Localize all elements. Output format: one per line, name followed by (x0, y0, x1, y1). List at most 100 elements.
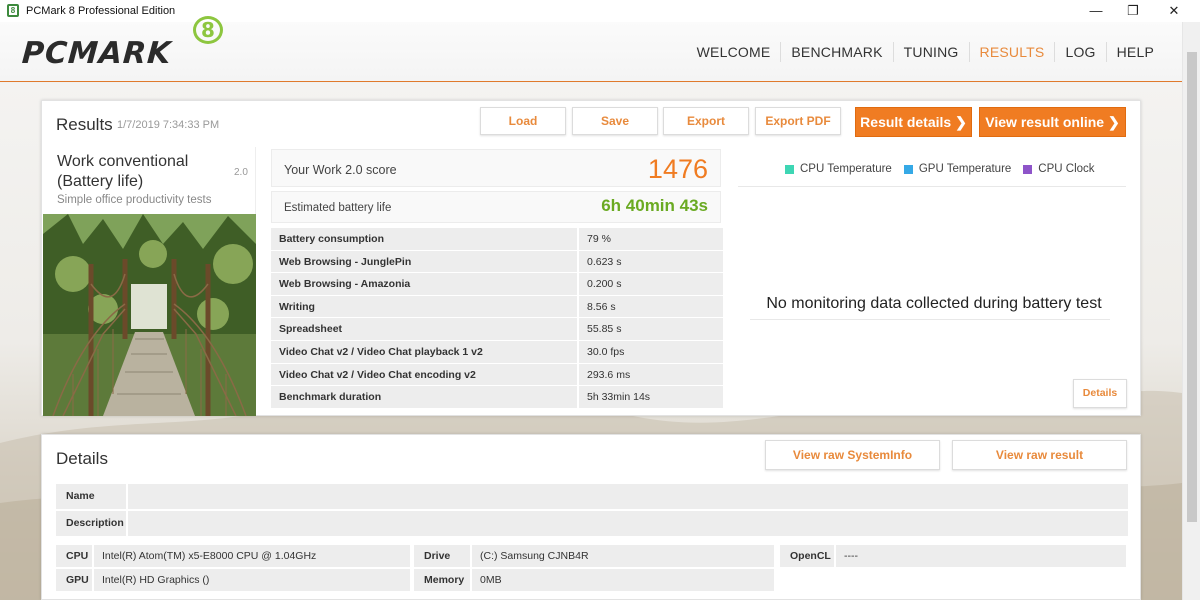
metric-name: Web Browsing - JunglePin (271, 250, 577, 274)
test-description: Simple office productivity tests (57, 194, 212, 206)
table-row: Spreadsheet 55.85 s (271, 318, 723, 341)
legend-label: GPU Temperature (918, 163, 1012, 175)
results-title: Results (56, 115, 113, 134)
metric-name: Video Chat v2 / Video Chat playback 1 v2 (271, 340, 577, 364)
metric-name: Battery consumption (271, 228, 577, 251)
spec-opencl: OpenCL ---- (780, 545, 1126, 567)
metric-name: Video Chat v2 / Video Chat encoding v2 (271, 363, 577, 387)
main-nav: WELCOME BENCHMARK TUNING RESULTS LOG HEL… (687, 42, 1164, 62)
table-row: Battery consumption 79 % (271, 228, 723, 251)
cpu-value: Intel(R) Atom(TM) x5-E8000 CPU @ 1.04GHz (94, 545, 410, 567)
nav-welcome[interactable]: WELCOME (687, 42, 781, 62)
table-row: Writing 8.56 s (271, 295, 723, 319)
results-panel: Results 1/7/2019 7:34:33 PM Load Save Ex… (41, 100, 1141, 416)
nav-tuning[interactable]: TUNING (892, 42, 969, 62)
window-titlebar: 8 PCMark 8 Professional Edition — ❐ ✕ (0, 0, 1200, 22)
view-raw-systeminfo-button[interactable]: View raw SystemInfo (765, 440, 940, 470)
opencl-label: OpenCL (780, 545, 834, 567)
battery-life-label: Estimated battery life (284, 202, 392, 214)
logo-badge: 8 (193, 16, 223, 44)
no-monitoring-data-message: No monitoring data collected during batt… (766, 295, 1102, 312)
legend-label: CPU Temperature (800, 163, 892, 175)
table-row: Web Browsing - JunglePin 0.623 s (271, 250, 723, 274)
view-result-online-button[interactable]: View result online ❯ (979, 107, 1126, 137)
table-row: Video Chat v2 / Video Chat encoding v2 2… (271, 363, 723, 387)
nav-benchmark[interactable]: BENCHMARK (780, 42, 892, 62)
metric-name: Writing (271, 295, 577, 319)
scrollbar-thumb[interactable] (1187, 52, 1197, 522)
legend-swatch (903, 164, 913, 174)
window-title: PCMark 8 Professional Edition (26, 5, 176, 17)
table-row: Web Browsing - Amazonia 0.200 s (271, 273, 723, 296)
spec-gpu: GPU Intel(R) HD Graphics () (56, 569, 410, 591)
details-panel: Details View raw SystemInfo View raw res… (41, 434, 1141, 600)
opencl-value: ---- (836, 545, 1126, 567)
nav-results[interactable]: RESULTS (968, 42, 1055, 62)
spec-cpu: CPU Intel(R) Atom(TM) x5-E8000 CPU @ 1.0… (56, 545, 410, 567)
name-label: Name (56, 484, 126, 509)
memory-value: 0MB (472, 569, 774, 591)
nav-log[interactable]: LOG (1054, 42, 1105, 62)
monitoring-details-button[interactable]: Details (1073, 379, 1127, 408)
metric-value: 0.200 s (579, 273, 723, 296)
score-value: 1476 (647, 154, 708, 184)
divider (738, 186, 1126, 187)
legend-cpu-temperature[interactable]: CPU Temperature (785, 163, 892, 175)
metric-value: 30.0 fps (579, 340, 723, 364)
table-row: Benchmark duration 5h 33min 14s (271, 386, 723, 409)
gpu-value: Intel(R) HD Graphics () (94, 569, 410, 591)
maximize-icon[interactable]: ❐ (1122, 2, 1144, 20)
save-button[interactable]: Save (572, 107, 658, 135)
memory-label: Memory (414, 569, 470, 591)
metric-value: 5h 33min 14s (579, 386, 723, 409)
nav-help[interactable]: HELP (1105, 42, 1164, 62)
metric-value: 0.623 s (579, 250, 723, 274)
result-details-button[interactable]: Result details ❯ (855, 107, 972, 137)
battery-life-value: 6h 40min 43s (601, 196, 708, 215)
pcmark-icon: 8 (7, 4, 19, 17)
legend-label: CPU Clock (1038, 163, 1095, 175)
table-row: Video Chat v2 / Video Chat playback 1 v2… (271, 340, 723, 364)
test-name: Work conventional (Battery life) (57, 153, 189, 190)
metric-name: Spreadsheet (271, 318, 577, 341)
export-pdf-button[interactable]: Export PDF (755, 107, 841, 135)
legend-swatch (785, 164, 794, 174)
test-info: Work conventional (Battery life) 2.0 Sim… (42, 147, 256, 416)
results-date: 1/7/2019 7:34:33 PM (117, 119, 220, 131)
export-button[interactable]: Export (663, 107, 749, 135)
metric-value: 293.6 ms (579, 363, 723, 387)
metric-value: 55.85 s (579, 318, 723, 341)
details-title: Details (56, 449, 108, 468)
spec-drive: Drive (C:) Samsung CJNB4R (414, 545, 774, 567)
legend-gpu-temperature[interactable]: GPU Temperature (903, 163, 1012, 175)
vertical-scrollbar[interactable] (1182, 22, 1200, 600)
metric-name: Benchmark duration (271, 386, 577, 409)
metric-value: 8.56 s (579, 295, 723, 319)
description-label: Description (56, 511, 126, 536)
metric-value: 79 % (579, 228, 723, 251)
battery-life-box: Estimated battery life 6h 40min 43s (271, 191, 721, 223)
score-box: Your Work 2.0 score 1476 (271, 149, 721, 187)
description-row: Description (56, 511, 1128, 536)
metric-name: Web Browsing - Amazonia (271, 273, 577, 296)
load-button[interactable]: Load (480, 107, 566, 135)
legend-cpu-clock[interactable]: CPU Clock (1023, 163, 1095, 175)
monitoring-panel: CPU Temperature GPU Temperature CPU Cloc… (738, 147, 1140, 415)
jungle-bridge-image (43, 214, 256, 416)
spec-memory: Memory 0MB (414, 569, 774, 591)
minimize-icon[interactable]: — (1085, 2, 1107, 20)
legend-swatch (1023, 164, 1033, 174)
name-row: Name (56, 484, 1128, 509)
test-version: 2.0 (234, 167, 248, 178)
app-header: PCMARK WELCOME BENCHMARK TUNING RESULTS … (0, 22, 1182, 82)
description-value (128, 511, 1128, 536)
score-label: Your Work 2.0 score (284, 163, 397, 177)
drive-value: (C:) Samsung CJNB4R (472, 545, 774, 567)
name-value (128, 484, 1128, 509)
cpu-label: CPU (56, 545, 92, 567)
gpu-label: GPU (56, 569, 92, 591)
close-icon[interactable]: ✕ (1163, 2, 1185, 20)
divider (750, 319, 1110, 320)
view-raw-result-button[interactable]: View raw result (952, 440, 1127, 470)
drive-label: Drive (414, 545, 470, 567)
